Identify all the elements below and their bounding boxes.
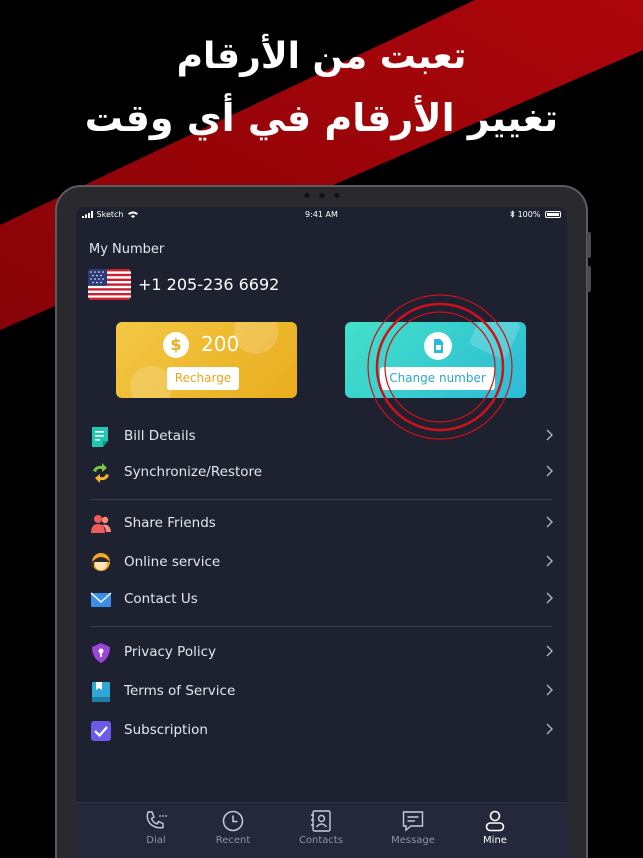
- divider: [90, 499, 552, 500]
- menu-item-contact-us[interactable]: Contact Us: [90, 587, 554, 613]
- person-icon: [485, 810, 505, 832]
- chevron-right-icon: [546, 465, 553, 477]
- tab-label: Message: [391, 835, 435, 846]
- message-icon: [402, 811, 424, 832]
- sync-icon: [93, 463, 109, 483]
- battery-icon: [545, 211, 561, 218]
- my-number-label: My Number: [89, 242, 165, 257]
- tab-contacts[interactable]: Contacts: [281, 810, 361, 846]
- menu-item-terms-of-service[interactable]: Terms of Service: [90, 679, 554, 705]
- shield-icon: [92, 643, 110, 663]
- menu-label: Privacy Policy: [124, 644, 217, 660]
- menu-label: Synchronize/Restore: [124, 464, 263, 480]
- tab-bar: Dial Recent Contacts Message Mine: [76, 802, 567, 858]
- chevron-right-icon: [546, 684, 553, 696]
- menu-label: Share Friends: [124, 515, 216, 531]
- tab-label: Mine: [483, 835, 507, 846]
- camera: [304, 193, 339, 198]
- menu-item-synchronize-restore[interactable]: Synchronize/Restore: [90, 460, 554, 486]
- menu-item-share-friends[interactable]: Share Friends: [90, 511, 554, 537]
- balance-amount: 200: [201, 332, 240, 356]
- decorative-sim: [468, 322, 522, 361]
- chevron-right-icon: [546, 645, 553, 657]
- contacts-icon: [311, 810, 331, 832]
- side-button: [587, 266, 591, 292]
- dollar-coin-icon: $: [163, 332, 189, 358]
- promo-headline-1: تعبت من الأرقام: [176, 36, 467, 77]
- status-time: 9:41 AM: [305, 210, 338, 219]
- friends-icon: [91, 515, 111, 533]
- menu-label: Online service: [124, 554, 221, 570]
- tab-mine[interactable]: Mine: [455, 810, 535, 846]
- menu-item-bill-details[interactable]: Bill Details: [90, 424, 554, 450]
- us-flag-icon: [88, 269, 131, 300]
- sim-card-icon: [424, 332, 452, 360]
- promo-headline-2: تغيير الأرقام في أي وقت: [84, 96, 559, 140]
- dial-icon: [146, 811, 167, 829]
- menu-item-online-service[interactable]: Online service: [90, 550, 554, 576]
- divider: [90, 626, 552, 627]
- menu-label: Contact Us: [124, 591, 198, 607]
- tab-dial[interactable]: Dial: [116, 810, 196, 846]
- decorative-coin: [130, 366, 172, 398]
- tab-message[interactable]: Message: [373, 810, 453, 846]
- menu-item-privacy-policy[interactable]: Privacy Policy: [90, 640, 554, 666]
- tab-recent[interactable]: Recent: [193, 810, 273, 846]
- chevron-right-icon: [546, 723, 553, 735]
- chevron-right-icon: [546, 429, 553, 441]
- battery-status: 100%: [510, 210, 561, 219]
- support-icon: [91, 553, 110, 571]
- battery-percent: 100%: [517, 210, 541, 219]
- chevron-right-icon: [546, 592, 553, 604]
- bluetooth-icon: [510, 210, 515, 218]
- tab-label: Dial: [146, 835, 166, 846]
- menu-label: Terms of Service: [124, 683, 236, 699]
- side-button: [587, 232, 591, 258]
- decorative-coin: [234, 322, 278, 354]
- book-icon: [92, 682, 110, 702]
- menu-label: Bill Details: [124, 428, 196, 444]
- tab-label: Contacts: [298, 835, 344, 846]
- balance-card: $ 200 Recharge: [116, 322, 297, 398]
- tab-label: Recent: [215, 835, 251, 846]
- menu-label: Subscription: [124, 722, 208, 738]
- checkbox-icon: [91, 721, 111, 741]
- change-number-card[interactable]: Change number: [345, 322, 526, 398]
- app-screen: Sketch 9:41 AM 100% My Number +1 205-236…: [76, 207, 567, 858]
- change-number-button[interactable]: Change number: [380, 367, 495, 390]
- bill-icon: [92, 427, 108, 447]
- chevron-right-icon: [546, 555, 553, 567]
- clock-icon: [222, 810, 244, 832]
- recharge-button[interactable]: Recharge: [167, 367, 239, 390]
- phone-number: +1 205-236 6692: [138, 275, 280, 294]
- menu-item-subscription[interactable]: Subscription: [90, 718, 554, 744]
- chevron-right-icon: [546, 516, 553, 528]
- mail-icon: [90, 592, 112, 607]
- status-bar: Sketch 9:41 AM 100%: [76, 210, 567, 224]
